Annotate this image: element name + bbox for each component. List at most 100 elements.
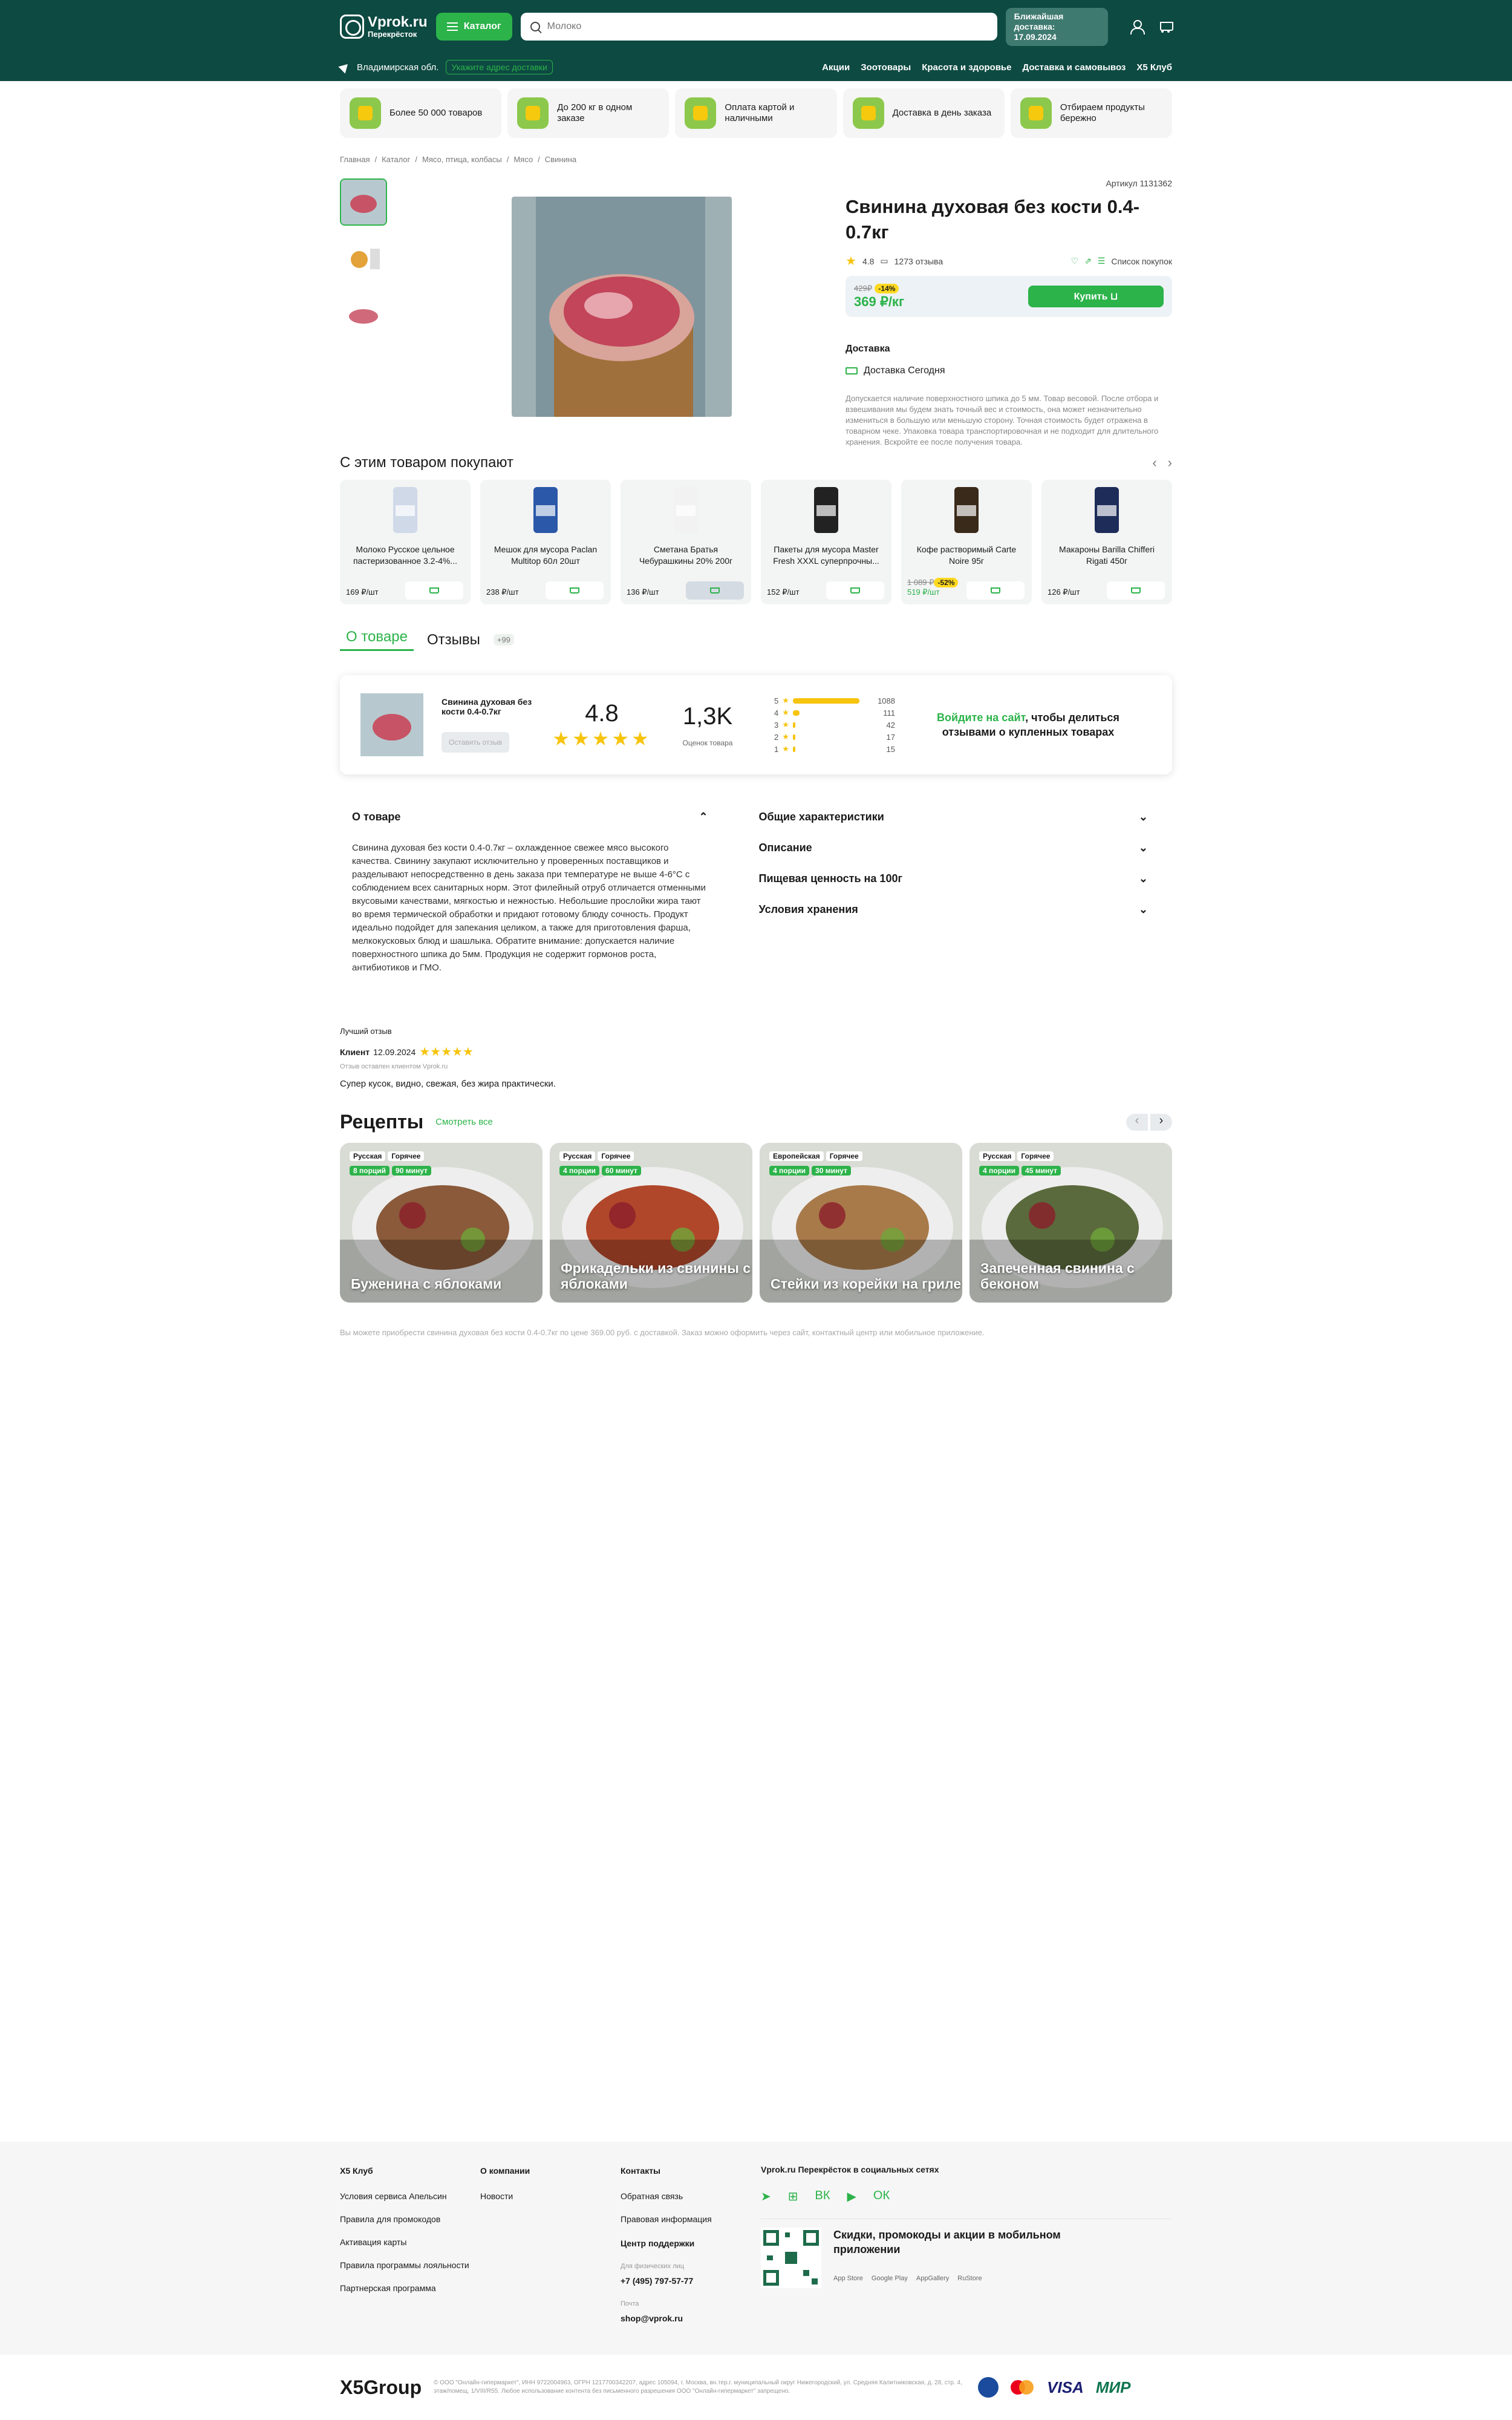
add-to-cart-button[interactable] <box>826 581 884 600</box>
next-arrow-icon[interactable]: › <box>1168 455 1172 471</box>
store-badge[interactable]: Google Play <box>872 2275 908 2282</box>
product-card-image <box>907 485 1026 534</box>
accordion-item[interactable]: Общие характеристики ⌄ <box>759 811 1148 823</box>
feature-card[interactable]: Доставка в день заказа <box>842 88 1005 138</box>
nav-link[interactable]: Зоотовары <box>861 62 911 73</box>
chevron-up-icon: ⌃ <box>699 811 708 823</box>
buy-button[interactable]: Купить ⊔ <box>1028 286 1164 307</box>
vk-icon[interactable]: ВК <box>815 2189 830 2204</box>
nav-link[interactable]: Красота и здоровье <box>922 62 1011 73</box>
prev-arrow-icon[interactable]: ‹ <box>1152 455 1156 471</box>
breadcrumb-item[interactable]: Мясо, птица, колбасы <box>422 155 502 164</box>
recipe-card[interactable]: Русская Горячее 4 порции 60 минут Фрикадельк… <box>550 1143 752 1303</box>
product-card[interactable]: Мешок для мусора Paclan Multitop 60л 20ш… <box>480 480 611 604</box>
store-badge[interactable]: AppGallery <box>916 2275 949 2282</box>
recipes-title: Рецепты <box>340 1111 424 1133</box>
telegram-icon[interactable]: ➤ <box>761 2189 771 2204</box>
login-link[interactable]: Войдите на сайт <box>937 711 1025 724</box>
recipe-card[interactable]: Русская Горячее 4 порции 45 минут Запеченная… <box>969 1143 1172 1303</box>
accordion-item[interactable]: Условия хранения ⌄ <box>759 903 1148 916</box>
youtube-icon[interactable]: ▶ <box>847 2189 856 2204</box>
product-card[interactable]: Макароны Barilla Chifferi Rigati 450г 126… <box>1041 480 1172 604</box>
catalog-button[interactable]: Каталог <box>435 13 512 41</box>
chevron-down-icon: ⌄ <box>1138 872 1148 885</box>
product-card-price: 238 ₽/шт <box>486 587 519 597</box>
footer-link[interactable]: Партнерская программа <box>340 2282 480 2294</box>
discount-badge: -14% <box>875 284 899 293</box>
address-button[interactable]: Укажите адрес доставки <box>446 60 553 74</box>
rating-dist-row: 2 ★ 17 <box>774 732 895 742</box>
star-icon: ★ <box>782 744 789 753</box>
nav-link[interactable]: Доставка и самовывоз <box>1022 62 1126 73</box>
breadcrumb-item[interactable]: Каталог <box>382 155 410 164</box>
store-badge[interactable]: App Store <box>833 2275 863 2282</box>
footer-link[interactable]: Обратная связь <box>621 2190 761 2202</box>
shopping-list-button[interactable]: Список покупок <box>1111 257 1172 266</box>
recipe-card[interactable]: Европейская Горячее 4 порции 30 минут Стейки… <box>760 1143 962 1303</box>
breadcrumb-item[interactable]: Свинина <box>545 155 576 164</box>
feature-icon <box>1020 97 1052 129</box>
cart-icon <box>991 587 1000 594</box>
feature-card[interactable]: Отбираем продукты бережно <box>1010 88 1173 138</box>
support-email[interactable]: shop@vprok.ru <box>621 2312 761 2324</box>
region-label[interactable]: Владимирская обл. <box>357 62 438 73</box>
product-card[interactable]: Пакеты для мусора Master Fresh XXXL супе… <box>761 480 891 604</box>
share-icon[interactable]: ⇗ <box>1084 256 1092 266</box>
add-to-cart-button[interactable] <box>686 581 744 600</box>
reviews-link[interactable]: 1273 отзыва <box>894 257 943 266</box>
store-badge[interactable]: RuStore <box>957 2275 982 2282</box>
tab-about[interactable]: О товаре <box>340 629 414 651</box>
recipes-prev-icon[interactable]: ‹ <box>1126 1113 1148 1131</box>
product-card-price: 169 ₽/шт <box>346 587 379 597</box>
feature-card[interactable]: Более 50 000 товаров <box>340 88 502 138</box>
search-bar[interactable] <box>520 13 997 41</box>
add-to-cart-button[interactable] <box>966 581 1025 600</box>
thumbnail-3[interactable] <box>340 292 387 339</box>
chevron-down-icon: ⌄ <box>1138 903 1148 915</box>
feature-card[interactable]: Оплата картой и наличными <box>675 88 837 138</box>
heart-icon[interactable]: ♡ <box>1071 256 1079 266</box>
recipe-tags: Русская Горячее 4 порции 45 минут <box>979 1151 1100 1176</box>
add-to-cart-button[interactable] <box>1107 581 1165 600</box>
recipes-next-icon[interactable]: › <box>1150 1113 1172 1131</box>
tab-reviews[interactable]: Отзывы <box>427 632 480 649</box>
feature-card[interactable]: До 200 кг в одном заказе <box>507 88 670 138</box>
search-input[interactable] <box>547 21 971 32</box>
ok-icon[interactable]: ОК <box>873 2189 890 2204</box>
product-card[interactable]: Кофе растворимый Carte Noire 95г 1 089 ₽ -… <box>901 480 1032 604</box>
add-to-cart-button[interactable] <box>405 581 463 600</box>
nav-link[interactable]: X5 Клуб <box>1136 62 1172 73</box>
site-logo[interactable]: Vprok.ru Перекрёсток <box>340 15 428 39</box>
support-phone[interactable]: +7 (495) 797-57-77 <box>621 2275 761 2287</box>
breadcrumb-item[interactable]: Мясо <box>513 155 533 164</box>
footer-link[interactable]: Новости <box>480 2190 621 2202</box>
accordion-item[interactable]: Пищевая ценность на 100г ⌄ <box>759 872 1148 885</box>
plus-icon[interactable]: ⊞ <box>788 2189 798 2204</box>
product-card[interactable]: Сметана Братья Чебурашкины 20% 200г 136 ₽… <box>621 480 751 604</box>
recipes-all-link[interactable]: Смотреть все <box>435 1117 493 1127</box>
nav-link[interactable]: Акции <box>822 62 850 73</box>
leave-review-button[interactable]: Оставить отзыв <box>442 732 509 753</box>
user-icon[interactable] <box>1130 20 1145 34</box>
thumbnail-2[interactable] <box>340 235 387 283</box>
recipe-card[interactable]: Русская Горячее 8 порций 90 минут Буженина с… <box>340 1143 543 1303</box>
footer-link[interactable]: Правовая информация <box>621 2213 761 2225</box>
recipe-title: Запеченная свинина с беконом <box>980 1260 1135 1292</box>
breadcrumb-item[interactable]: Главная <box>340 155 370 164</box>
accordion-item[interactable]: Описание ⌄ <box>759 842 1148 854</box>
add-to-cart-button[interactable] <box>546 581 604 600</box>
cart-icon[interactable] <box>1158 20 1173 33</box>
footer-link[interactable]: Правила программы лояльности <box>340 2259 480 2271</box>
about-accordion[interactable]: О товаре ⌃ <box>352 811 708 823</box>
product-title: Свинина духовая без кости 0.4-0.7кг <box>846 196 1140 243</box>
footer-link[interactable]: Условия сервиса Апельсин <box>340 2190 480 2202</box>
product-card-image <box>627 485 745 534</box>
x5-logo[interactable]: X5Group <box>340 2376 422 2399</box>
product-card-price: 1 089 ₽ -52% 519 ₽/шт <box>907 578 959 597</box>
product-card[interactable]: Молоко Русское цельное пастеризованное 3… <box>340 480 471 604</box>
footer-link[interactable]: Активация карты <box>340 2236 480 2248</box>
nearest-delivery[interactable]: Ближайшая доставка: 17.09.2024 <box>1005 7 1108 46</box>
thumbnail-1[interactable] <box>340 178 387 226</box>
footer-link[interactable]: Правила для промокодов <box>340 2213 480 2225</box>
breadcrumb-separator: / <box>415 155 417 164</box>
